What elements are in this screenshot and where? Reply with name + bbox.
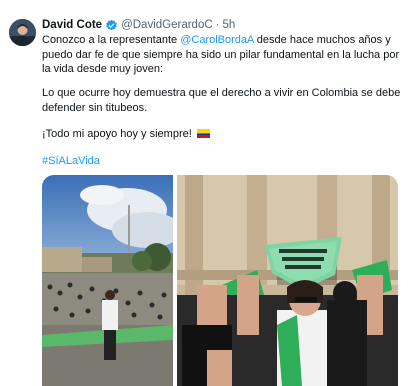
tweet-text: Conozco a la representante <box>42 34 181 46</box>
photo-plaza-crowd[interactable] <box>42 175 173 386</box>
verified-badge-icon <box>105 19 118 32</box>
author-handle[interactable]: @DavidGerardoC <box>121 19 213 31</box>
tweet-paragraph-1: Conozco a la representante @CarolBordaA … <box>42 33 407 77</box>
header-separator: · <box>215 19 220 31</box>
colombia-flag-icon <box>196 129 210 138</box>
tweet-header: David Cote @DavidGerardoC · 5h <box>42 16 235 34</box>
tweet-timestamp[interactable]: 5h <box>223 19 236 31</box>
hashtag-link[interactable]: #SíALaVida <box>42 155 100 167</box>
tweet-text: ¡Todo mi apoyo hoy y siempre! <box>42 128 195 140</box>
tweet[interactable]: David Cote @DavidGerardoC · 5h Conozco a… <box>0 0 417 386</box>
user-avatar-icon <box>9 19 36 46</box>
media-grid <box>42 175 398 386</box>
photo-rally-banner[interactable] <box>177 175 398 386</box>
mention-link[interactable]: @CarolBordaA <box>180 34 254 46</box>
author-display-name[interactable]: David Cote <box>42 19 102 31</box>
author-avatar[interactable] <box>9 19 36 46</box>
tweet-paragraph-2: Lo que ocurre hoy demuestra que el derec… <box>42 87 401 114</box>
tweet-paragraph-3: ¡Todo mi apoyo hoy y siempre! <box>42 127 407 142</box>
tweet-paragraph-4: #SíALaVida <box>42 154 407 169</box>
